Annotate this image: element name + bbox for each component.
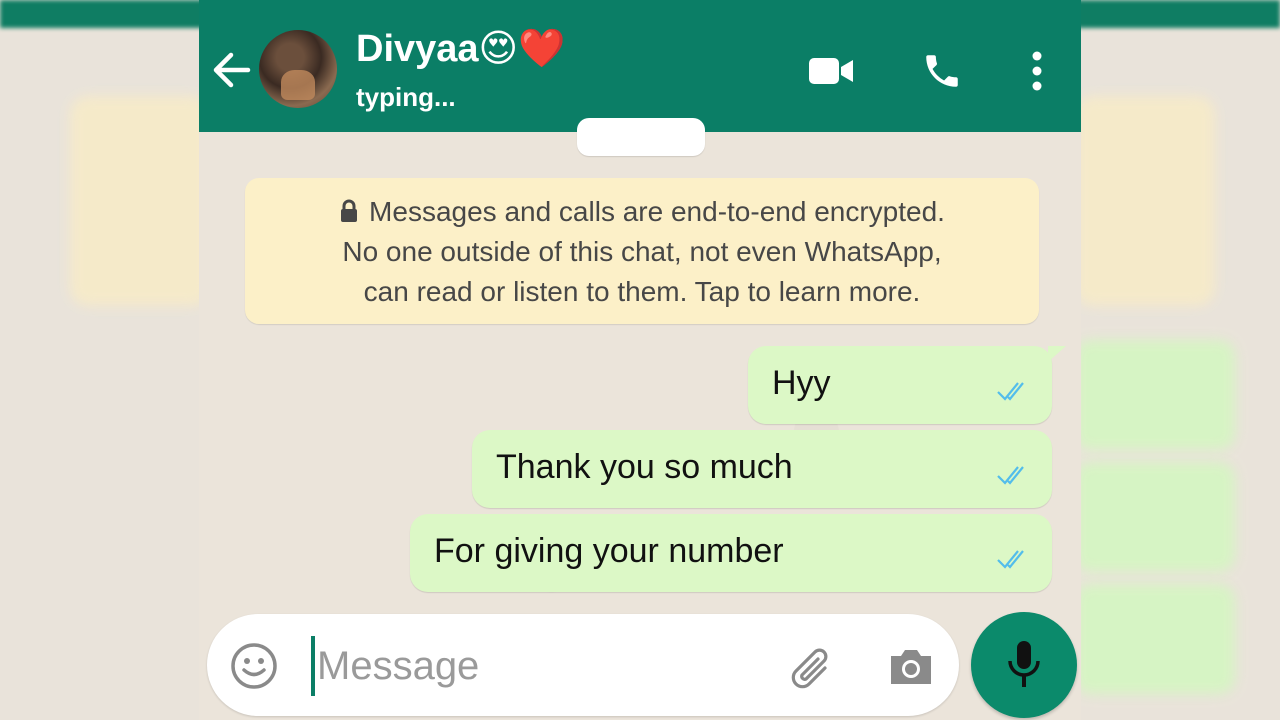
message-bubble[interactable]: Thank you so much xyxy=(472,430,1052,508)
contact-name[interactable]: Divyaa😍❤️ xyxy=(356,26,565,71)
encryption-notice-line-3: can read or listen to them. Tap to learn… xyxy=(363,276,921,307)
read-receipt-icon xyxy=(997,550,1024,569)
encryption-notice[interactable]: Messages and calls are end-to-end encryp… xyxy=(245,178,1039,324)
message-bubble[interactable]: Hyy xyxy=(748,346,1066,424)
camera-icon[interactable] xyxy=(887,644,935,688)
emoji-icon[interactable] xyxy=(229,641,279,691)
attach-icon[interactable] xyxy=(787,642,839,692)
read-receipt-icon xyxy=(997,382,1024,401)
voice-call-icon xyxy=(926,55,958,87)
message-text: Thank you so much xyxy=(496,448,793,486)
encryption-notice-line-1: Messages and calls are end-to-end encryp… xyxy=(245,192,1039,232)
blurred-bubble xyxy=(1075,340,1235,450)
lock-icon xyxy=(341,199,358,222)
chat-screen: Divyaa😍❤️ typing... Messages and calls a… xyxy=(199,0,1081,720)
more-options-button[interactable] xyxy=(1011,46,1063,96)
avatar[interactable] xyxy=(259,30,337,108)
message-input[interactable] xyxy=(311,634,771,698)
message-bubble[interactable]: For giving your number xyxy=(410,514,1052,592)
more-vert-icon xyxy=(1032,51,1042,91)
back-button[interactable] xyxy=(209,48,253,92)
message-composer xyxy=(207,614,959,716)
blurred-bubble xyxy=(1075,584,1235,694)
blurred-notice-right xyxy=(1075,96,1215,306)
blurred-notice-left xyxy=(70,96,210,306)
message-text: Hyy xyxy=(772,364,831,402)
message-text: For giving your number xyxy=(434,532,784,570)
contact-status: typing... xyxy=(356,82,456,112)
video-call-button[interactable] xyxy=(805,46,857,96)
encryption-notice-line-2: No one outside of this chat, not even Wh… xyxy=(342,236,942,267)
chat-header: Divyaa😍❤️ typing... xyxy=(199,0,1081,132)
read-receipt-icon xyxy=(997,466,1024,485)
blurred-bubble xyxy=(1075,462,1235,572)
back-arrow-icon xyxy=(213,52,251,88)
voice-message-button[interactable] xyxy=(971,612,1077,718)
date-chip xyxy=(577,118,705,156)
voice-call-button[interactable] xyxy=(916,46,968,96)
video-call-icon xyxy=(809,58,853,84)
mic-icon xyxy=(1008,641,1040,687)
encryption-line-1-text: Messages and calls are end-to-end encryp… xyxy=(369,196,945,227)
